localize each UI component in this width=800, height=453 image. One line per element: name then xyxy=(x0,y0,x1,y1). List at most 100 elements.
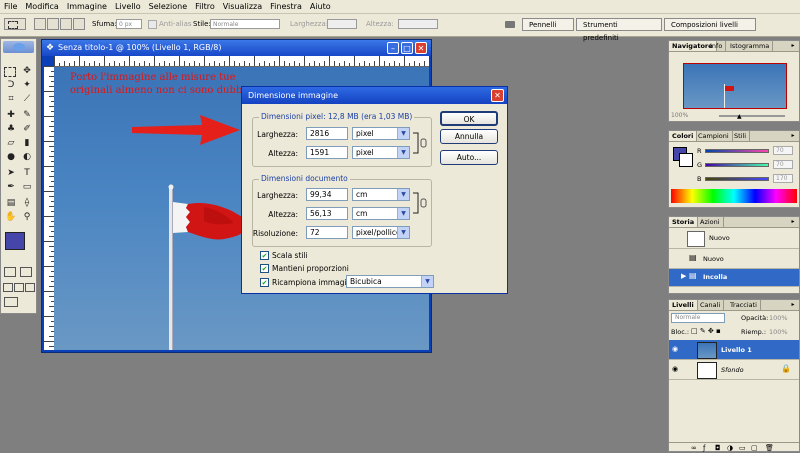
standard-mode-icon[interactable] xyxy=(4,267,16,277)
fill-value[interactable]: 100% xyxy=(769,328,788,336)
lasso-tool-icon[interactable]: ᑐ xyxy=(4,79,18,91)
quick-mask-icon[interactable] xyxy=(20,267,32,277)
eye-icon[interactable]: ◉ xyxy=(672,345,678,353)
ricampiona-checkbox[interactable]: ✔ xyxy=(260,278,269,287)
blur-tool-icon[interactable]: ● xyxy=(4,151,18,163)
ok-button[interactable]: OK xyxy=(440,111,498,126)
well-tab-composizioni[interactable]: Composizioni livelli xyxy=(664,18,756,31)
eraser-tool-icon[interactable]: ▱ xyxy=(4,137,18,149)
lock-icons[interactable]: □ ✎ ✥ ▪ xyxy=(691,327,721,335)
new-selection-button[interactable] xyxy=(34,18,46,30)
pixel-height-input[interactable]: 1591 xyxy=(306,146,348,159)
zoom-tool-icon[interactable]: ⚲ xyxy=(20,211,34,223)
eye-icon[interactable]: ◉ xyxy=(672,365,678,373)
r-slider[interactable] xyxy=(705,149,769,153)
doc-height-unit-select[interactable]: cm ▼ xyxy=(352,207,410,220)
well-tab-pennelli[interactable]: Pennelli xyxy=(522,18,574,31)
layer-row-livello-1[interactable]: ◉ Livello 1 xyxy=(669,340,799,360)
tab-info[interactable]: Info xyxy=(707,41,727,51)
add-selection-button[interactable] xyxy=(47,18,59,30)
doc-height-input[interactable]: 56,13 xyxy=(306,207,348,220)
g-value[interactable]: 70 xyxy=(773,160,793,169)
history-brush-tool-icon[interactable]: ✐ xyxy=(20,123,34,135)
color-ramp[interactable] xyxy=(671,189,797,203)
palette-menu-icon[interactable]: ▸ xyxy=(789,132,797,140)
pixel-width-input[interactable]: 2816 xyxy=(306,127,348,140)
layer-row-sfondo[interactable]: ◉ Sfondo 🔒 xyxy=(669,360,799,380)
tab-azioni[interactable]: Azioni xyxy=(697,217,724,227)
doc-width-input[interactable]: 99,34 xyxy=(306,188,348,201)
menu-aiuto[interactable]: Aiuto xyxy=(306,0,335,13)
screen-mode-2-icon[interactable] xyxy=(14,283,24,292)
hand-tool-icon[interactable]: ✋ xyxy=(4,211,18,223)
pixel-height-unit-select[interactable]: pixel ▼ xyxy=(352,146,410,159)
tab-livelli[interactable]: Livelli xyxy=(669,300,698,310)
history-item-incolla[interactable]: ▶ ▤ Incolla xyxy=(669,269,799,287)
eyedropper-tool-icon[interactable]: ⟠ xyxy=(20,197,34,209)
auto-button[interactable]: Auto... xyxy=(440,150,498,165)
healing-tool-icon[interactable]: ✚ xyxy=(4,109,18,121)
resample-method-select[interactable]: Bicubica ▼ xyxy=(346,275,434,288)
type-tool-icon[interactable]: T xyxy=(20,167,34,179)
palette-menu-icon[interactable]: ▸ xyxy=(789,42,797,50)
mantieni-proporzioni-checkbox[interactable]: ✔ xyxy=(260,264,269,273)
notes-tool-icon[interactable]: ▤ xyxy=(4,197,18,209)
antialias-checkbox[interactable] xyxy=(148,20,157,29)
sfuma-input[interactable]: 0 px xyxy=(116,19,142,29)
larghezza-option-input[interactable] xyxy=(327,19,357,29)
tab-colori[interactable]: Colori xyxy=(669,131,698,141)
screen-mode-1-icon[interactable] xyxy=(3,283,13,292)
well-tab-strumenti[interactable]: Strumenti predefiniti xyxy=(576,18,662,42)
dialog-titlebar[interactable]: Dimensione immagine ✕ xyxy=(242,87,507,104)
tab-istogramma[interactable]: Istogramma xyxy=(727,41,774,51)
path-selection-tool-icon[interactable]: ➤ xyxy=(4,167,18,179)
clone-stamp-tool-icon[interactable]: ♣ xyxy=(4,123,18,135)
palette-menu-icon[interactable]: ▸ xyxy=(789,301,797,309)
gradient-tool-icon[interactable]: ▮ xyxy=(20,137,34,149)
b-slider[interactable] xyxy=(705,177,769,181)
minimize-icon[interactable]: – xyxy=(387,42,399,54)
history-item-nuovo[interactable]: ▤ Nuovo xyxy=(669,251,799,269)
blend-mode-select[interactable]: Normale xyxy=(671,313,725,323)
tool-preset-picker[interactable] xyxy=(4,18,26,30)
pen-tool-icon[interactable]: ✒ xyxy=(4,181,18,193)
menu-immagine[interactable]: Immagine xyxy=(63,0,111,13)
tab-campioni[interactable]: Campioni xyxy=(695,131,733,141)
tab-storia[interactable]: Storia xyxy=(669,217,699,227)
menu-file[interactable]: File xyxy=(0,0,21,13)
history-snapshot-row[interactable]: Nuovo xyxy=(669,229,799,249)
navigator-thumbnail[interactable] xyxy=(683,63,787,109)
tab-canali[interactable]: Canali xyxy=(697,300,725,310)
tab-stili[interactable]: Stili xyxy=(731,131,751,141)
tab-tracciati[interactable]: Tracciati xyxy=(727,300,761,310)
menu-selezione[interactable]: Selezione xyxy=(145,0,191,13)
subtract-selection-button[interactable] xyxy=(60,18,72,30)
annulla-button[interactable]: Annulla xyxy=(440,129,498,144)
r-value[interactable]: 70 xyxy=(773,146,793,155)
menu-livello[interactable]: Livello xyxy=(111,0,145,13)
dodge-tool-icon[interactable]: ◐ xyxy=(20,151,34,163)
crop-tool-icon[interactable]: ⌗ xyxy=(4,93,18,105)
navigator-zoom-value[interactable]: 100% xyxy=(671,112,688,119)
close-icon[interactable]: ✕ xyxy=(415,42,427,54)
resolution-input[interactable]: 72 xyxy=(306,226,348,239)
resolution-unit-select[interactable]: pixel/pollice ▼ xyxy=(352,226,410,239)
menu-visualizza[interactable]: Visualizza xyxy=(219,0,266,13)
dialog-close-icon[interactable]: ✕ xyxy=(491,89,504,102)
opacity-value[interactable]: 100% xyxy=(769,314,788,322)
g-slider[interactable] xyxy=(705,163,769,167)
brush-tool-icon[interactable]: ✎ xyxy=(20,109,34,121)
maximize-icon[interactable]: □ xyxy=(401,42,413,54)
move-tool-icon[interactable]: ✥ xyxy=(20,65,34,77)
magic-wand-tool-icon[interactable]: ✦ xyxy=(20,79,34,91)
screen-mode-3-icon[interactable] xyxy=(25,283,35,292)
foreground-color-swatch[interactable] xyxy=(5,232,25,250)
file-browser-icon[interactable] xyxy=(504,18,517,30)
document-titlebar[interactable]: ❖ Senza titolo-1 @ 100% (Livello 1, RGB/… xyxy=(42,40,431,56)
menu-filtro[interactable]: Filtro xyxy=(191,0,219,13)
navigator-zoom-slider[interactable]: ▲ xyxy=(719,113,785,120)
pixel-width-unit-select[interactable]: pixel ▼ xyxy=(352,127,410,140)
bg-color-chip[interactable] xyxy=(679,153,693,167)
scala-stili-checkbox[interactable]: ✔ xyxy=(260,251,269,260)
palette-menu-icon[interactable]: ▸ xyxy=(789,218,797,226)
